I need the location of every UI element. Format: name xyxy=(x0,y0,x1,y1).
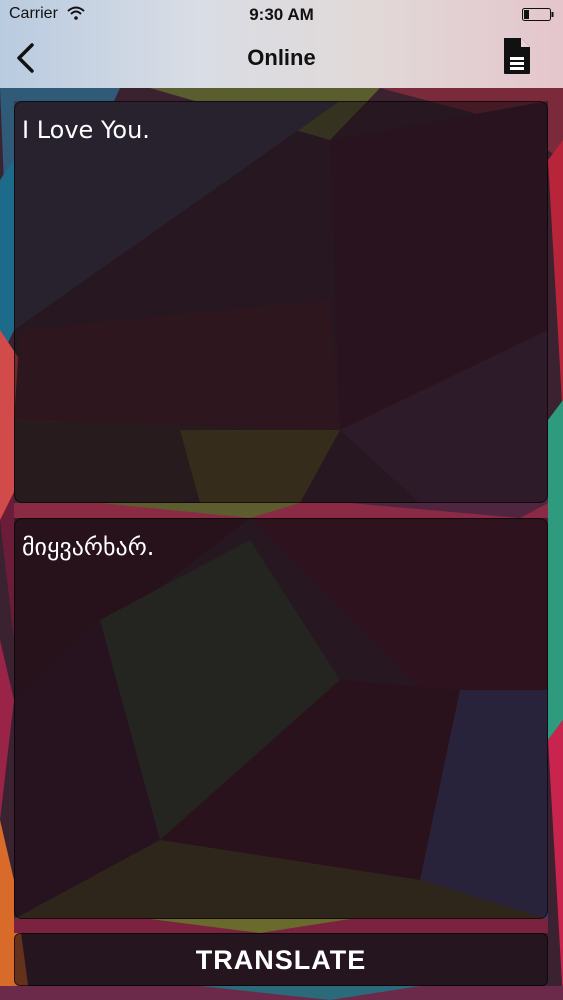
source-text-panel[interactable]: I Love You. xyxy=(14,101,548,503)
translate-label: TRANSLATE xyxy=(195,945,367,975)
translated-text[interactable]: მიყვარხარ. xyxy=(22,533,537,561)
top-bar: Carrier 9:30 AM Online xyxy=(0,0,563,88)
battery-icon xyxy=(522,8,554,21)
status-time: 9:30 AM xyxy=(249,5,314,24)
translator-screen: Carrier 9:30 AM Online I Love You. მიყვა… xyxy=(0,0,563,1000)
status-bar: Carrier 9:30 AM xyxy=(0,0,563,30)
source-text[interactable]: I Love You. xyxy=(22,116,537,144)
navigation-bar: Online xyxy=(0,30,563,88)
translate-button[interactable]: TRANSLATE xyxy=(14,933,548,986)
document-icon xyxy=(504,38,530,74)
translated-text-panel[interactable]: მიყვარხარ. xyxy=(14,518,548,919)
page-title: Online xyxy=(247,45,316,70)
document-button[interactable] xyxy=(501,36,533,76)
